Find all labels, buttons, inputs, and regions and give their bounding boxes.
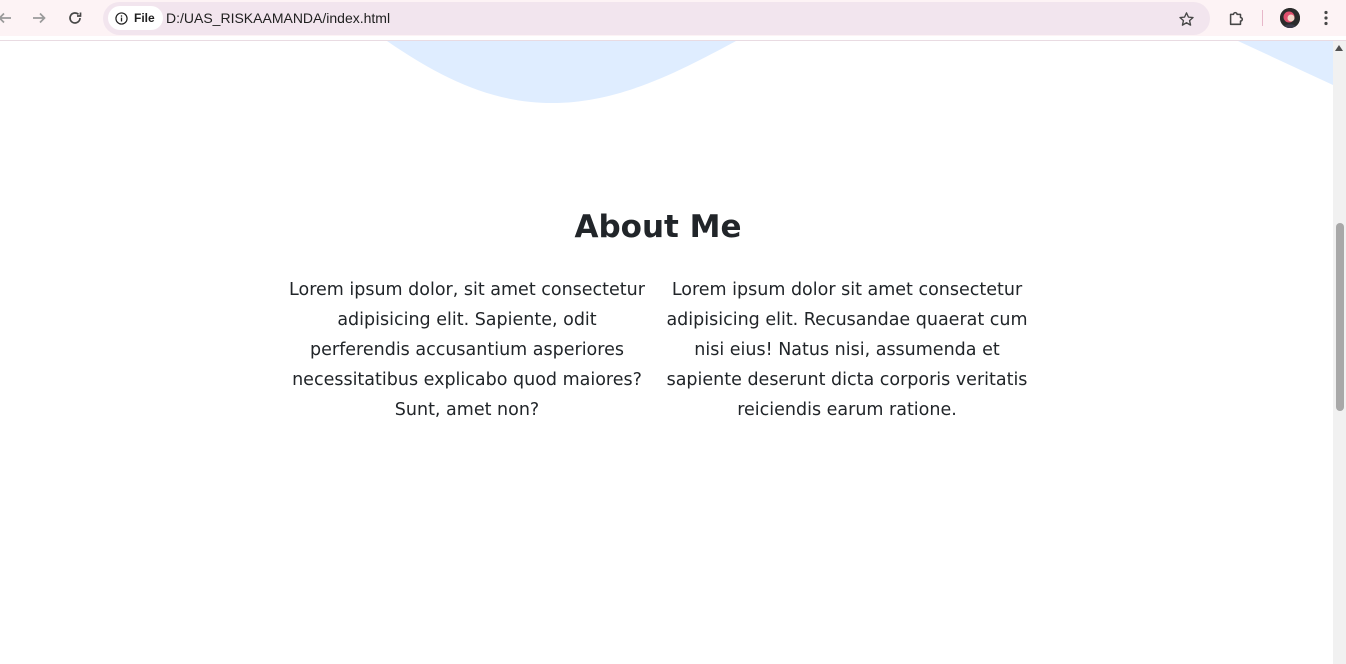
reload-button[interactable]: [64, 7, 86, 29]
extensions-button[interactable]: [1225, 7, 1247, 29]
browser-menu-button[interactable]: [1315, 7, 1337, 29]
bookmark-button[interactable]: [1174, 7, 1198, 31]
arrow-right-icon: [33, 12, 46, 24]
about-title: About Me: [574, 209, 742, 245]
back-button[interactable]: [0, 7, 16, 29]
site-info-chip[interactable]: File: [108, 6, 163, 30]
kebab-menu-icon: [1324, 10, 1328, 26]
puzzle-icon: [1229, 11, 1244, 26]
profile-avatar-image: [1280, 8, 1300, 28]
toolbar-separator: [1262, 10, 1263, 26]
page-viewport: About Me Lorem ipsum dolor, sit amet con…: [0, 41, 1333, 664]
page-scrollbar[interactable]: [1333, 41, 1346, 664]
reload-icon: [69, 12, 82, 24]
hero-wave-decoration: [387, 41, 1333, 103]
scrollbar-thumb[interactable]: [1336, 223, 1344, 411]
url-text[interactable]: D:/UAS_RISKAAMANDA/index.html: [166, 10, 390, 26]
site-chip-label: File: [134, 11, 155, 25]
about-paragraph-right: Lorem ipsum dolor sit amet consectetur a…: [666, 280, 1028, 420]
about-section: About Me Lorem ipsum dolor, sit amet con…: [0, 205, 1316, 420]
scroll-up-arrow-icon[interactable]: [1335, 45, 1343, 51]
address-bar[interactable]: File D:/UAS_RISKAAMANDA/index.html: [103, 2, 1210, 35]
star-icon: [1178, 11, 1194, 26]
info-icon: [115, 11, 128, 25]
arrow-left-icon: [0, 12, 11, 24]
browser-toolbar: File D:/UAS_RISKAAMANDA/index.html: [0, 0, 1346, 36]
avatar[interactable]: [1280, 8, 1300, 28]
forward-button[interactable]: [28, 7, 50, 29]
about-paragraph-left: Lorem ipsum dolor, sit amet consectetur …: [289, 280, 645, 420]
